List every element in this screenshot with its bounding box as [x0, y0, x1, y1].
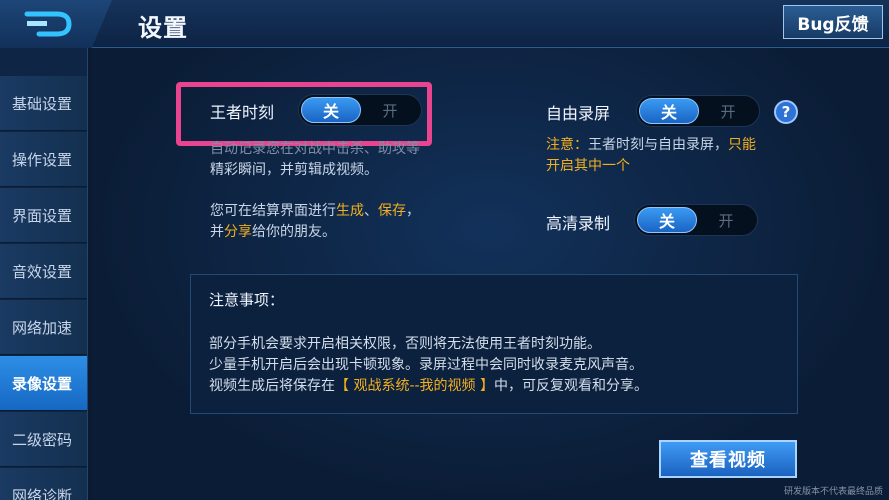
king-moment-share-description: 您可在结算界面进行生成、保存， 并分享给你的朋友。: [210, 201, 470, 243]
note-line2: 开启其中一个: [546, 158, 630, 174]
notice-box: 注意事项： 部分手机会要求开启相关权限，否则将无法使用王者时刻功能。 少量手机开…: [190, 274, 798, 414]
desc-save: 保存: [378, 203, 406, 219]
desc-generate: 生成: [336, 203, 364, 219]
sidebar-item-network[interactable]: 网络加速: [0, 300, 87, 355]
back-arrow-icon: [24, 11, 72, 37]
sidebar: 基础设置 操作设置 界面设置 音效设置 网络加速 录像设置 二级密码 网络诊断: [0, 48, 88, 500]
sidebar-item-control[interactable]: 操作设置: [0, 132, 87, 187]
notice-line-3-c: 中，可反复观看和分享。: [494, 378, 649, 394]
king-moment-description: 自动记录您在对战中击杀、助攻等 精彩瞬间，并剪辑成视频。: [210, 139, 470, 181]
free-record-toggle[interactable]: 关 开: [636, 95, 760, 127]
toggle-off-option[interactable]: 关: [639, 98, 699, 124]
sidebar-item-basic[interactable]: 基础设置: [0, 76, 87, 131]
desc-text: 您可在结算界面进行: [210, 203, 336, 219]
help-icon[interactable]: ?: [774, 100, 798, 124]
notice-line-3: 视频生成后将保存在【 观战系统--我的视频 】中，可反复观看和分享。: [209, 375, 648, 395]
notice-line-2: 少量手机开启后会出现卡顿现象。录屏过程中会同时收录麦克风声音。: [209, 357, 643, 373]
desc-text-2: 并: [210, 224, 224, 240]
annotation-highlight-box: [176, 82, 432, 146]
note-text: 王者时刻与自由录屏，: [588, 137, 728, 153]
desc-sep: 、: [364, 203, 378, 219]
desc-comma: ，: [406, 203, 420, 219]
toggle-on-option[interactable]: 开: [697, 207, 755, 233]
toggle-on-option[interactable]: 开: [699, 98, 757, 124]
sidebar-item-recording[interactable]: 录像设置: [0, 356, 87, 411]
sidebar-item-diagnose[interactable]: 网络诊断: [0, 468, 87, 500]
notice-line-3-a: 视频生成后将保存在: [209, 378, 335, 394]
top-bar: 设置 Bug反馈: [0, 0, 889, 48]
note-prefix: 注意：: [546, 137, 588, 153]
bug-feedback-button[interactable]: Bug反馈: [783, 5, 883, 39]
notice-title: 注意事项：: [209, 291, 285, 309]
hd-record-label: 高清录制: [546, 214, 611, 233]
king-moment-desc-line1: 自动记录您在对战中击杀、助攻等: [210, 141, 420, 157]
view-videos-button[interactable]: 查看视频: [659, 440, 797, 478]
free-record-note: 注意：王者时刻与自由录屏，只能 开启其中一个: [546, 135, 806, 177]
free-record-label: 自由录屏: [546, 104, 611, 123]
toggle-off-option[interactable]: 关: [637, 207, 697, 233]
sidebar-item-password[interactable]: 二级密码: [0, 412, 87, 467]
back-button[interactable]: [0, 0, 112, 48]
hd-record-toggle[interactable]: 关 开: [634, 204, 758, 236]
king-moment-desc-line2: 精彩瞬间，并剪辑成视频。: [210, 162, 378, 178]
watermark: 研发版本不代表最终品质: [783, 487, 883, 497]
sidebar-item-audio[interactable]: 音效设置: [0, 244, 87, 299]
note-only: 只能: [728, 137, 756, 153]
sidebar-item-interface[interactable]: 界面设置: [0, 188, 87, 243]
desc-share: 分享: [224, 224, 252, 240]
notice-line-1: 部分手机会要求开启相关权限，否则将无法使用王者时刻功能。: [209, 336, 601, 352]
desc-friends: 给你的朋友。: [252, 224, 336, 240]
notice-my-videos-link: 【 观战系统--我的视频 】: [335, 378, 495, 394]
page-title: 设置: [138, 14, 188, 42]
